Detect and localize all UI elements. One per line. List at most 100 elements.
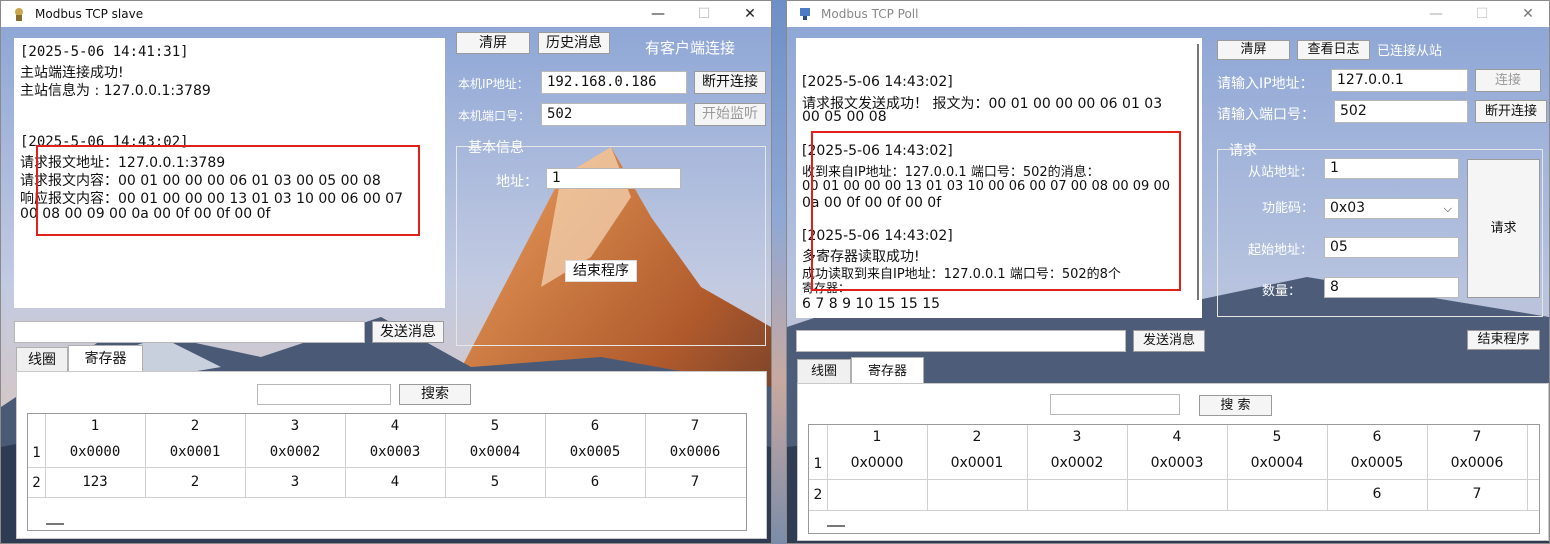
grid-line [28,497,746,498]
column-header: 7 [690,418,700,434]
groupbox-title: 基本信息 [468,140,524,156]
search-button[interactable]: 搜 索 [1199,395,1272,416]
horizontal-scrollbar[interactable] [46,523,64,525]
clear-button[interactable]: 清屏 [456,32,530,54]
ip-field[interactable]: 127.0.0.1 [1331,69,1468,92]
table-cell[interactable]: 3 [245,474,345,490]
window-title: Modbus TCP Poll [821,7,919,21]
row-header: 2 [813,487,823,503]
history-button[interactable]: 历史消息 [538,32,610,54]
slave-window: Modbus TCP slave — ☐ ✕ [2025-5-06 14:41:… [0,0,772,544]
port-label: 本机端口号： [458,109,531,123]
table-cell[interactable]: 0x0003 [1127,455,1227,471]
table-cell[interactable]: 0x0005 [1327,455,1427,471]
view-log-button[interactable]: 查看日志 [1297,40,1370,60]
port-field[interactable]: 502 [541,103,687,126]
table-cell[interactable]: 0x0004 [1227,455,1327,471]
function-code-value: 0x03 [1330,200,1366,216]
table-cell[interactable]: 7 [1427,486,1527,502]
table-cell[interactable]: 7 [645,474,745,490]
table-cell[interactable]: 0x0000 [45,444,145,460]
slave-titlebar: Modbus TCP slave — ☐ ✕ [1,1,771,27]
send-button[interactable]: 发送消息 [372,321,444,343]
table-cell[interactable]: 0x0002 [245,444,345,460]
table-cell[interactable]: 0x0001 [145,444,245,460]
send-input[interactable] [14,321,365,343]
send-button[interactable]: 发送消息 [1133,330,1205,352]
close-button[interactable]: ✕ [727,1,771,27]
disconnect-button[interactable]: 断开连接 [1475,100,1547,123]
register-table: 1 2 3 4 5 6 7 1 0x0000 0x0001 0x0002 0x0… [27,413,747,531]
chevron-down-icon: ⌵ [1443,202,1452,215]
listen-button[interactable]: 开始监听 [694,103,766,126]
window-title: Modbus TCP slave [35,7,144,21]
start-address-field[interactable]: 05 [1324,237,1459,258]
table-cell[interactable]: 6 [1327,486,1427,502]
minimize-button[interactable]: — [635,1,681,27]
address-label: 地址： [496,174,538,190]
request-button[interactable]: 请求 [1467,159,1540,298]
count-field[interactable]: 8 [1324,277,1459,298]
search-input[interactable] [1050,394,1180,415]
clear-button[interactable]: 清屏 [1217,40,1290,60]
maximize-button[interactable]: ☐ [1459,1,1505,27]
highlight-box [811,131,1181,291]
ip-label: 本机IP地址： [458,77,529,91]
connection-status: 已连接从站 [1377,44,1443,59]
log-line: 6 7 8 9 10 15 15 15 [802,296,941,312]
column-header: 6 [1372,429,1382,445]
row-header: 1 [32,445,41,461]
slave-address-field[interactable]: 1 [1324,158,1459,179]
table-cell[interactable]: 0x0005 [545,444,645,460]
log-line: 主站信息为 : 127.0.0.1:3789 [20,83,211,99]
table-cell[interactable]: 0x0001 [927,455,1027,471]
exit-button[interactable]: 结束程序 [565,260,637,282]
table-cell[interactable]: 2 [145,474,245,490]
search-button[interactable]: 搜索 [399,384,471,405]
close-button[interactable]: ✕ [1505,1,1549,27]
send-input[interactable] [796,330,1126,352]
disconnect-button[interactable]: 断开连接 [694,71,766,94]
search-input[interactable] [257,384,391,405]
column-header: 6 [590,418,600,434]
grid-line [28,467,746,468]
groupbox-title: 请求 [1229,143,1257,159]
tab-registers[interactable]: 寄存器 [851,357,924,384]
horizontal-scrollbar[interactable] [827,525,845,527]
row-header: 1 [813,456,823,472]
app-icon [797,6,813,22]
table-cell[interactable]: 4 [345,474,445,490]
vertical-scrollbar[interactable] [1197,44,1199,300]
table-cell[interactable]: 0x0004 [445,444,545,460]
column-header: 3 [1072,429,1082,445]
minimize-button[interactable]: — [1413,1,1459,27]
port-field[interactable]: 502 [1334,100,1468,123]
log-line: 主站端连接成功! [20,65,124,81]
column-header: 2 [190,418,200,434]
table-cell[interactable]: 5 [445,474,545,490]
start-address-label: 起始地址： [1248,243,1314,258]
table-cell[interactable]: 0x0006 [1427,455,1527,471]
tab-coils[interactable]: 线圈 [16,347,68,371]
table-cell[interactable]: 123 [45,474,145,490]
tab-registers[interactable]: 寄存器 [68,345,143,372]
maximize-button[interactable]: ☐ [681,1,727,27]
tab-coils[interactable]: 线圈 [797,359,851,383]
port-label: 请输入端口号： [1217,107,1315,123]
function-code-select[interactable]: 0x03 ⌵ [1324,198,1459,219]
table-cell[interactable]: 0x0000 [827,455,927,471]
table-cell[interactable]: 0x0006 [645,444,745,460]
column-header: 1 [872,429,882,445]
slave-address-label: 从站地址： [1248,165,1314,180]
address-field[interactable]: 1 [546,168,681,189]
connect-button[interactable]: 连接 [1475,69,1541,92]
ip-field[interactable]: 192.168.0.186 [541,71,687,94]
register-table: 1 2 3 4 5 6 7 1 0x0000 0x0001 0x0002 0x0… [808,424,1540,534]
table-cell[interactable]: 0x0003 [345,444,445,460]
column-header: 4 [1172,429,1182,445]
table-cell[interactable]: 0x0002 [1027,455,1127,471]
count-label: 数量： [1262,284,1302,299]
exit-button[interactable]: 结束程序 [1467,330,1540,350]
table-cell[interactable]: 6 [545,474,645,490]
column-header: 7 [1472,429,1482,445]
